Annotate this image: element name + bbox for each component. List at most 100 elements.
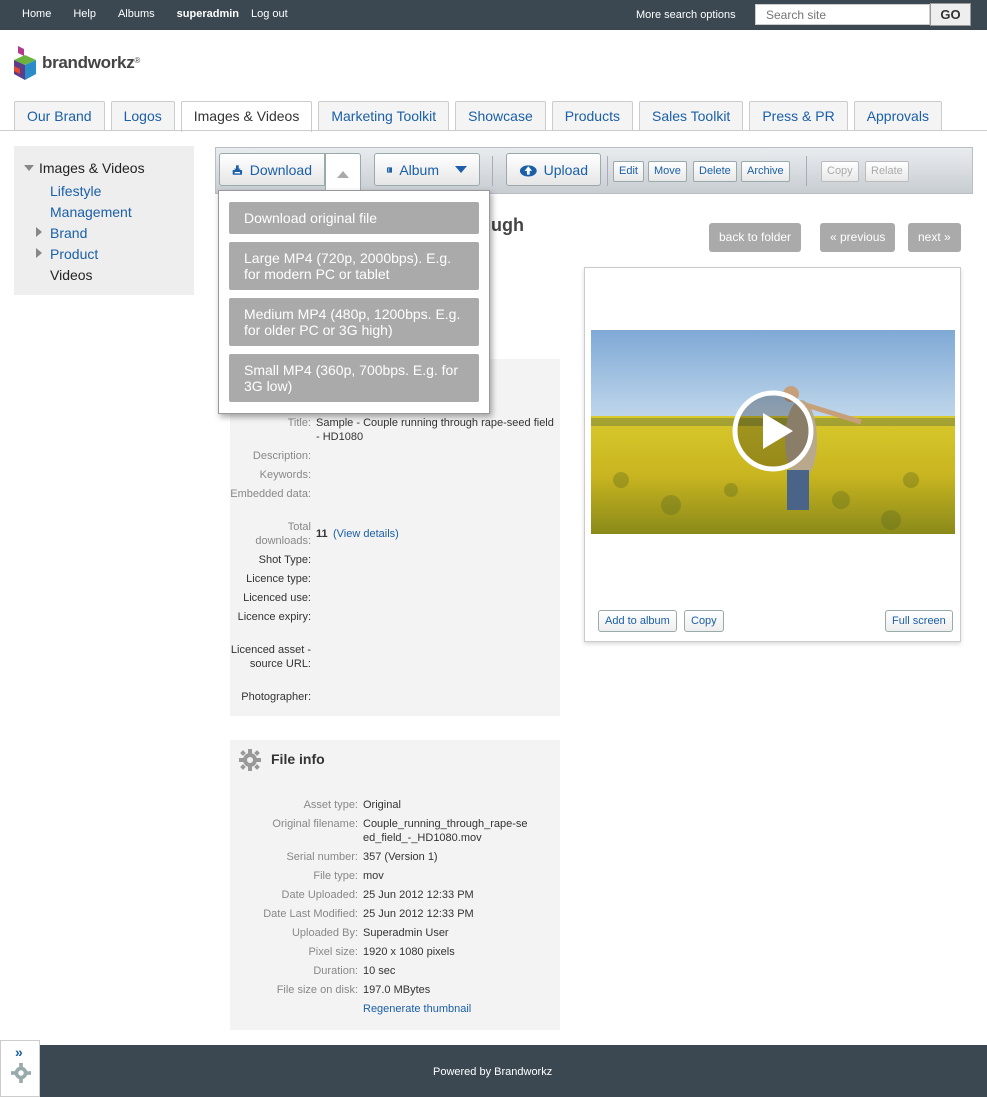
full-screen-button[interactable]: Full screen [885, 610, 953, 632]
previous-button[interactable]: « previous [820, 223, 896, 252]
album-label: Album [399, 161, 439, 178]
video-preview: Add to album Copy Full screen [584, 267, 961, 642]
pixel-size-label: Pixel size: [308, 946, 358, 958]
sidebar-item-lifestyle[interactable]: Lifestyle [50, 183, 101, 199]
duration-label: Duration: [313, 965, 358, 977]
date-modified-value: 25 Jun 2012 12:33 PM [363, 908, 474, 920]
filename-label: Original filename: [272, 818, 358, 830]
add-to-album-button[interactable]: Add to album [598, 610, 677, 632]
go-button[interactable]: GO [930, 3, 971, 26]
relate-button[interactable]: Relate [865, 161, 909, 182]
expanded-arrow-icon[interactable] [24, 165, 34, 171]
sidebar-root[interactable]: Images & Videos [24, 160, 145, 176]
sidebar-item-product[interactable]: Product [50, 246, 98, 262]
asset-type-label: Asset type: [303, 799, 358, 811]
downloads-count: 11 [316, 528, 328, 540]
licence-expiry-label: Licence expiry: [237, 611, 311, 623]
duration-value: 10 sec [363, 965, 396, 977]
file-size-value: 197.0 MBytes [363, 984, 431, 996]
collapsed-arrow-icon[interactable] [36, 248, 42, 258]
menu-item-original[interactable]: Download original file [229, 202, 479, 234]
description-label: Description: [252, 450, 311, 462]
archive-button[interactable]: Archive [741, 161, 790, 182]
tab-showcase[interactable]: Showcase [455, 101, 546, 131]
shot-type-label: Shot Type: [258, 554, 311, 566]
sidebar-item-videos[interactable]: Videos [50, 267, 93, 283]
video-thumbnail[interactable] [591, 330, 955, 534]
menu-item-small-mp4[interactable]: Small MP4 (360p, 700bps. E.g. for 3G low… [229, 354, 479, 402]
logo-text: brandworkz [42, 53, 135, 72]
download-button[interactable]: Download [219, 153, 325, 186]
next-button[interactable]: next » [908, 223, 961, 252]
keywords-label: Keywords: [259, 469, 311, 481]
download-menu: Download original file Large MP4 (720p, … [218, 190, 490, 414]
licence-type-label: Licence type: [246, 573, 311, 585]
tab-approvals[interactable]: Approvals [853, 101, 942, 131]
main-tabs: Our Brand Logos Images & Videos Marketin… [14, 101, 948, 132]
album-icon [387, 166, 393, 173]
logout-link[interactable]: Log out [251, 8, 288, 20]
home-link[interactable]: Home [22, 8, 51, 20]
tab-images-videos[interactable]: Images & Videos [180, 101, 313, 132]
tab-press-pr[interactable]: Press & PR [749, 101, 848, 131]
licenced-use-label: Licenced use: [243, 592, 311, 604]
help-link[interactable]: Help [73, 8, 96, 20]
search-input[interactable] [755, 4, 930, 25]
copy-button[interactable]: Copy [821, 161, 859, 182]
top-bar: Home Help Albums superadmin Log out More… [0, 0, 987, 30]
logo-cube-icon [14, 46, 36, 80]
toolbar-separator [492, 156, 493, 186]
footer-text: Powered by Brandworkz [433, 1066, 553, 1078]
download-dropdown-toggle[interactable] [325, 153, 361, 195]
licenced-asset-label: Licenced asset - source URL: [230, 644, 311, 670]
user-name[interactable]: superadmin [177, 8, 239, 20]
tab-sales-toolkit[interactable]: Sales Toolkit [638, 101, 744, 131]
tab-products[interactable]: Products [551, 101, 633, 131]
albums-link[interactable]: Albums [118, 8, 155, 20]
file-type-value: mov [363, 870, 384, 882]
upload-label: Upload [543, 161, 588, 178]
logo[interactable]: brandworkz ® [14, 46, 140, 80]
gear-icon [239, 749, 261, 771]
file-type-label: File type: [313, 870, 358, 882]
tab-our-brand[interactable]: Our Brand [14, 101, 105, 131]
filename-value: Couple_running_through_rape-seed_field_-… [363, 818, 528, 844]
settings-gear-icon[interactable] [11, 1063, 31, 1083]
play-icon[interactable] [731, 389, 815, 473]
album-button[interactable]: Album [374, 153, 480, 186]
sidebar-root-label: Images & Videos [39, 160, 145, 176]
uploaded-by-label: Uploaded By: [291, 927, 358, 939]
collapsed-arrow-icon[interactable] [36, 227, 42, 237]
back-to-folder-button[interactable]: back to folder [709, 223, 802, 252]
delete-button[interactable]: Delete [693, 161, 737, 182]
tab-logos[interactable]: Logos [110, 101, 175, 131]
embedded-label: Embedded data: [230, 488, 311, 500]
view-details-link[interactable]: (View details) [333, 527, 399, 541]
folder-sidebar: Images & Videos Lifestyle Management Bra… [14, 146, 194, 295]
upload-button[interactable]: Upload [506, 153, 601, 186]
chevron-down-icon [455, 166, 467, 173]
edit-button[interactable]: Edit [613, 161, 644, 182]
file-size-label: File size on disk: [276, 984, 358, 996]
expand-chevron-icon[interactable]: » [15, 1044, 23, 1060]
toolbar-separator [806, 156, 807, 186]
title-label: Title: [287, 417, 311, 429]
menu-item-large-mp4[interactable]: Large MP4 (720p, 2000bps). E.g. for mode… [229, 242, 479, 290]
tab-marketing-toolkit[interactable]: Marketing Toolkit [318, 101, 450, 131]
move-button[interactable]: Move [648, 161, 687, 182]
download-label: Download [249, 161, 312, 178]
footer-toggle-panel[interactable]: » [0, 1040, 40, 1097]
sidebar-item-brand[interactable]: Brand [50, 225, 87, 241]
more-search-link[interactable]: More search options [636, 9, 736, 21]
sidebar-item-management[interactable]: Management [50, 204, 132, 220]
file-info-heading: File info [271, 751, 325, 767]
tab-divider [0, 130, 987, 131]
toolbar-separator [607, 156, 608, 186]
chevron-up-icon [337, 171, 349, 178]
asset-toolbar: Download Album Upload Edit Move Delete A… [215, 147, 973, 195]
regenerate-thumbnail-link[interactable]: Regenerate thumbnail [363, 1003, 471, 1015]
menu-item-medium-mp4[interactable]: Medium MP4 (480p, 1200bps. E.g. for olde… [229, 298, 479, 346]
preview-copy-button[interactable]: Copy [684, 610, 724, 632]
upload-cloud-icon [519, 164, 537, 177]
top-nav: Home Help Albums superadmin Log out [22, 8, 310, 20]
